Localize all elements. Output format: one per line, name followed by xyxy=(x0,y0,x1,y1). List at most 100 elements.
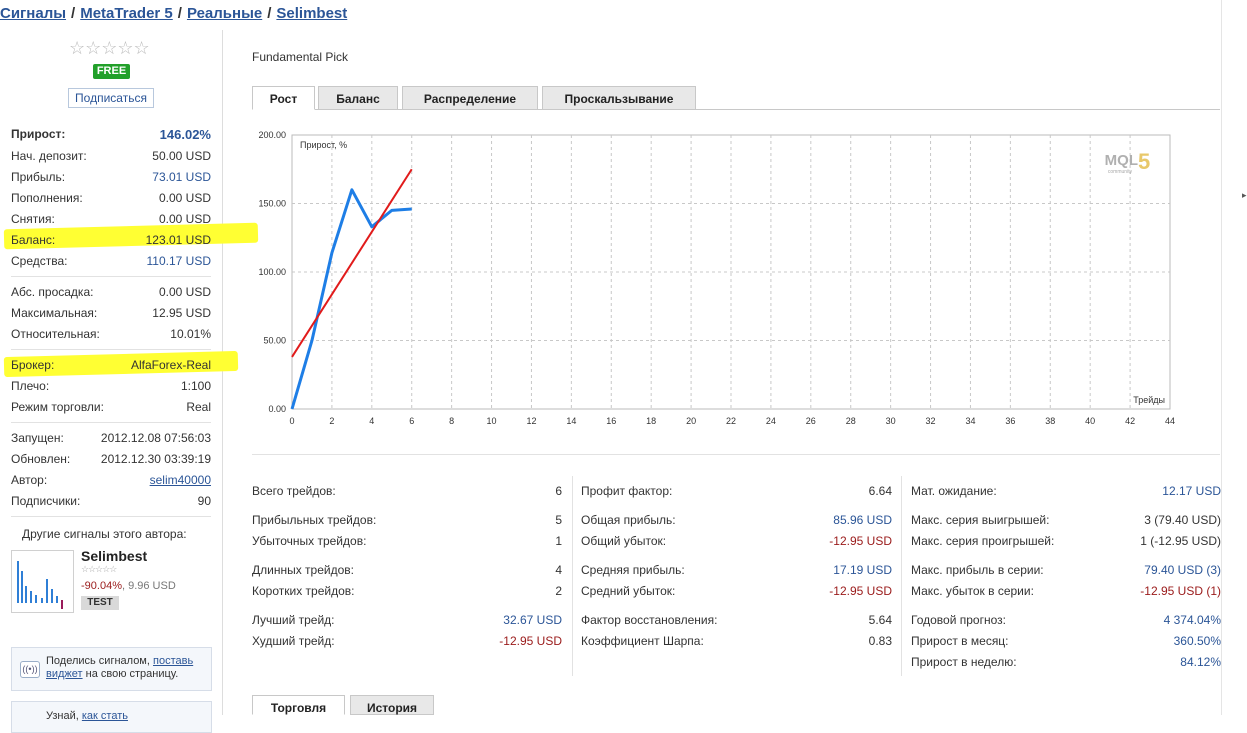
x-tick-label: 20 xyxy=(686,416,696,426)
stat-value: 12.17 USD xyxy=(1162,484,1221,498)
stat-label: Средства: xyxy=(11,254,68,268)
author-link[interactable]: selim40000 xyxy=(150,473,211,487)
stat-value-number: 73.01 USD xyxy=(152,170,211,184)
x-tick-label: 30 xyxy=(886,416,896,426)
stat-value: 123.01 USD xyxy=(145,233,211,247)
stat-value: 360.50% xyxy=(1173,634,1221,648)
stat-value: 84.12% xyxy=(1180,655,1221,669)
stat-label: Общая прибыль: xyxy=(581,513,676,527)
stat-value: 146.02% xyxy=(159,127,211,142)
scroll-arrow-icon[interactable]: ▸ xyxy=(1242,190,1247,201)
rating-stars-icon[interactable]: ☆☆☆☆☆ xyxy=(69,38,150,59)
divider xyxy=(11,276,211,277)
stat-row-abs-drawdown: Абс. просадка: 0.00 USD xyxy=(11,285,211,303)
y-tick-label: 150.00 xyxy=(258,199,286,209)
tab-distribution[interactable]: Распределение xyxy=(402,86,538,110)
x-tick-label: 0 xyxy=(289,416,294,426)
stat-value: 2012.12.30 03:39:19 xyxy=(100,452,211,466)
stat-label: Прирост в месяц: xyxy=(911,634,1009,648)
stat-row-started: Запущен: 2012.12.08 07:56:03 xyxy=(11,431,211,449)
stat-value: 110.17 USD xyxy=(146,254,211,268)
column-divider xyxy=(901,476,902,676)
tab-slippage[interactable]: Проскальзывание xyxy=(542,86,696,110)
stat-label: Средний убыток: xyxy=(581,584,676,598)
stat-label: Макс. прибыль в серии: xyxy=(911,563,1044,577)
other-signal-balance: , 9.96 USD xyxy=(121,580,176,592)
stat-row-gain: Прирост: 146.02% xyxy=(11,127,211,145)
stat-row-withdrawals: Снятия: 0.00 USD xyxy=(11,212,211,230)
stat-avg-loss: Средний убыток: -12.95 USD xyxy=(581,584,892,600)
stat-value: 2 xyxy=(555,584,562,598)
stat-label: Подписчики: xyxy=(11,494,81,508)
stat-value: 17.19 USD xyxy=(833,563,892,577)
breadcrumb-real[interactable]: Реальные xyxy=(187,5,262,22)
stat-value: -12.95 USD (1) xyxy=(1140,584,1221,598)
tab-history[interactable]: История xyxy=(350,695,434,715)
stat-gross-profit: Общая прибыль: 85.96 USD xyxy=(581,513,892,529)
x-tick-label: 24 xyxy=(766,416,776,426)
other-signal-gain: -90.04% xyxy=(81,580,122,592)
learn-text-before: Узнай, xyxy=(46,710,82,722)
stat-value: 10.01% xyxy=(170,327,211,341)
stat-label: Автор: xyxy=(11,473,48,487)
learn-text: Узнай, как стать xyxy=(46,710,128,722)
stat-label: Профит фактор: xyxy=(581,484,673,498)
tab-balance[interactable]: Баланс xyxy=(318,86,398,110)
x-tick-label: 12 xyxy=(526,416,536,426)
stat-value: 0.83 xyxy=(868,634,892,648)
x-tick-label: 10 xyxy=(487,416,497,426)
stat-value: 0.00 USD xyxy=(158,191,211,205)
subscribe-button[interactable]: Подписаться xyxy=(68,88,154,108)
divider xyxy=(11,422,211,423)
x-axis-label: Трейды xyxy=(1133,395,1165,405)
stat-label: Максимальная: xyxy=(11,306,98,320)
x-tick-label: 26 xyxy=(806,416,816,426)
mql5-logo-digit: 5 xyxy=(1138,149,1150,174)
breadcrumb-metatrader5[interactable]: MetaTrader 5 xyxy=(80,5,173,22)
x-tick-label: 34 xyxy=(965,416,975,426)
stat-label: Макс. убыток в серии: xyxy=(911,584,1034,598)
stat-weekly-gain: Прирост в неделю: 84.12% xyxy=(911,655,1221,671)
stat-profit-factor: Профит фактор: 6.64 xyxy=(581,484,892,500)
other-signal-name[interactable]: Selimbest xyxy=(81,548,147,564)
divider xyxy=(11,516,211,517)
stat-annual-forecast: Годовой прогноз: 4 374.04% xyxy=(911,613,1221,629)
stat-value: Real xyxy=(186,400,211,414)
learn-link[interactable]: как стать xyxy=(82,710,128,722)
stat-row-deposits: Пополнения: 0.00 USD xyxy=(11,191,211,209)
stat-row-broker: Брокер: AlfaForex-Real xyxy=(11,358,211,376)
breadcrumb: Сигналы / MetaTrader 5/Реальные / Selimbest xyxy=(0,5,348,22)
stat-value: 73.01 USD xyxy=(152,170,211,184)
growth-chart: 0 2 4 6 8 10 12 14 16 18 20 22 24 26 28 30 32 34 36 38 40 42 4… xyxy=(252,125,1220,430)
stat-monthly-gain: Прирост в месяц: 360.50% xyxy=(911,634,1221,650)
x-tick-label: 18 xyxy=(646,416,656,426)
stat-label: Брокер: xyxy=(11,358,55,372)
stat-value: 6 xyxy=(555,484,562,498)
stat-label: Нач. депозит: xyxy=(11,149,87,163)
stat-value: 5.64 xyxy=(868,613,892,627)
stat-avg-profit: Средняя прибыль: 17.19 USD xyxy=(581,563,892,579)
page-right-border xyxy=(1221,0,1222,715)
stat-sharpe-ratio: Коэффициент Шарпа: 0.83 xyxy=(581,634,892,650)
stat-recovery-factor: Фактор восстановления: 5.64 xyxy=(581,613,892,629)
x-tick-label: 8 xyxy=(449,416,454,426)
stat-expected-payoff: Мат. ожидание: 12.17 USD xyxy=(911,484,1221,500)
stat-value: 3 (79.40 USD) xyxy=(1144,513,1221,527)
stat-gross-loss: Общий убыток: -12.95 USD xyxy=(581,534,892,550)
stat-value: 0.00 USD xyxy=(158,212,211,226)
sidebar: ☆☆☆☆☆ FREE Подписаться Прирост: 146.02% Н… xyxy=(0,30,259,733)
stat-label: Относительная: xyxy=(11,327,100,341)
stat-value: -12.95 USD xyxy=(829,584,892,598)
learn-box: Узнай, как стать xyxy=(11,701,212,733)
stat-row-subscribers: Подписчики: 90 xyxy=(11,494,211,512)
breadcrumb-signals[interactable]: Сигналы xyxy=(0,5,66,22)
stat-row-rel-drawdown: Относительная: 10.01% xyxy=(11,327,211,345)
breadcrumb-selimbest[interactable]: Selimbest xyxy=(276,5,347,22)
signal-thumbnail[interactable] xyxy=(11,550,74,613)
x-tick-label: 16 xyxy=(606,416,616,426)
tab-trading[interactable]: Торговля xyxy=(252,695,345,715)
stat-label: Лучший трейд: xyxy=(252,613,335,627)
tab-growth[interactable]: Рост xyxy=(252,86,315,110)
stat-value: -12.95 USD xyxy=(499,634,562,648)
divider xyxy=(252,454,1220,455)
